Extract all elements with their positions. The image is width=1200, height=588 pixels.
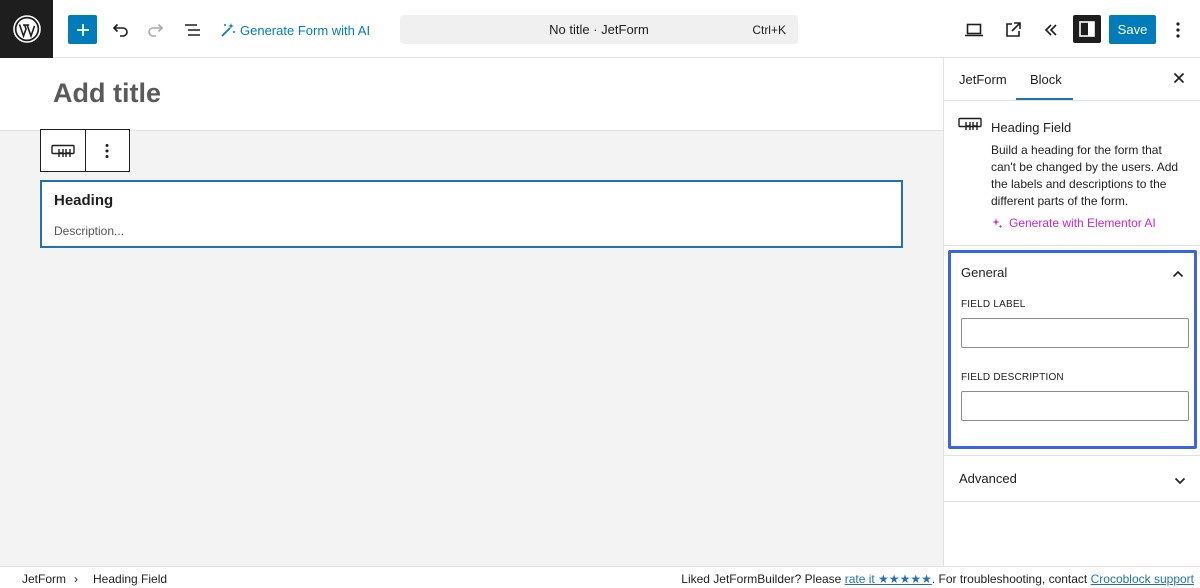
- laptop-icon: [965, 23, 983, 37]
- tab-jetform[interactable]: JetForm: [959, 72, 1007, 87]
- preview-device-button[interactable]: [963, 19, 985, 41]
- command-shortcut: Ctrl+K: [752, 23, 786, 37]
- close-icon: [1173, 72, 1185, 84]
- breadcrumb-separator-icon: ›: [74, 572, 78, 586]
- add-block-button[interactable]: [68, 15, 97, 44]
- field-label-caption: FIELD LABEL: [961, 299, 1026, 310]
- redo-icon: [148, 23, 164, 37]
- vertical-ellipsis-icon: [1176, 22, 1180, 38]
- view-form-button[interactable]: [1002, 19, 1024, 41]
- document-title: No title · JetForm: [549, 22, 649, 37]
- description-text[interactable]: Description...: [54, 224, 124, 238]
- footer-feedback: Liked JetFormBuilder? Please rate it ★★★…: [681, 572, 1194, 586]
- tab-block[interactable]: Block: [1030, 72, 1062, 87]
- command-palette-bar[interactable]: No title · JetForm Ctrl+K: [400, 15, 798, 44]
- generate-elementor-ai-label: Generate with Elementor AI: [1009, 216, 1156, 230]
- heading-field-icon: [51, 144, 75, 157]
- support-link[interactable]: Crocoblock support: [1091, 572, 1194, 586]
- chevron-down-icon[interactable]: [1174, 472, 1186, 490]
- options-menu-button[interactable]: [1168, 19, 1188, 41]
- block-description: Build a heading for the form that can't …: [991, 143, 1179, 208]
- advanced-panel[interactable]: Advanced: [944, 456, 1200, 502]
- vertical-ellipsis-icon: [105, 143, 109, 158]
- block-editor: Generate Form with AI No title · JetForm…: [0, 0, 1200, 588]
- plus-icon: [76, 23, 89, 36]
- block-options-button[interactable]: [84, 130, 129, 171]
- collapse-panels-button[interactable]: [1040, 19, 1062, 41]
- double-chevron-left-icon: [1044, 24, 1057, 36]
- heading-text[interactable]: Heading: [54, 192, 113, 209]
- advanced-panel-toggle[interactable]: Advanced: [959, 471, 1017, 486]
- field-description-caption: FIELD DESCRIPTION: [961, 372, 1064, 383]
- external-link-icon: [1006, 22, 1021, 37]
- block-toolbar: [40, 129, 130, 172]
- document-overview-button[interactable]: [182, 20, 204, 40]
- wordpress-logo-icon[interactable]: [0, 0, 53, 58]
- heading-field-icon: [958, 117, 982, 136]
- block-card: Heading Field Build a heading for the fo…: [944, 101, 1200, 246]
- breadcrumb-heading-field: Heading Field: [93, 572, 168, 586]
- block-type-button[interactable]: [41, 130, 85, 171]
- sidebar-tabs: JetForm Block: [944, 58, 1200, 101]
- redo-button[interactable]: [146, 20, 166, 40]
- generate-form-ai-button[interactable]: Generate Form with AI: [220, 17, 370, 43]
- field-description-input[interactable]: [961, 391, 1189, 421]
- breadcrumb-jetform[interactable]: JetForm: [22, 572, 66, 586]
- settings-sidebar: JetForm Block Heading Field Build a head…: [943, 58, 1200, 566]
- heading-field-block[interactable]: Heading Description...: [40, 180, 903, 248]
- undo-icon: [112, 23, 128, 37]
- undo-button[interactable]: [110, 20, 130, 40]
- editor-footer: JetForm › Heading Field Liked JetFormBui…: [0, 566, 1200, 588]
- post-title-input[interactable]: Add title: [53, 78, 161, 109]
- chevron-up-icon[interactable]: [1172, 265, 1184, 283]
- post-title-area: Add title: [0, 58, 943, 131]
- footer-trouble-text: . For troubleshooting, contact: [931, 572, 1091, 586]
- sidebar-icon: [1079, 21, 1095, 37]
- magic-wand-icon: [221, 23, 235, 37]
- top-toolbar: Generate Form with AI No title · JetForm…: [0, 0, 1200, 58]
- rate-link[interactable]: rate it ★★★★★: [845, 572, 932, 586]
- general-panel: General FIELD LABEL FIELD DESCRIPTION: [948, 250, 1197, 449]
- field-label-input[interactable]: [961, 318, 1189, 348]
- block-name: Heading Field: [991, 120, 1072, 135]
- general-panel-toggle[interactable]: General: [961, 265, 1007, 280]
- active-tab-indicator: [1016, 98, 1073, 100]
- close-sidebar-button[interactable]: [1170, 69, 1188, 87]
- sparkle-icon: [992, 218, 1003, 229]
- editor-canvas: Add title Heading Description...: [0, 58, 943, 566]
- footer-liked-text: Liked JetFormBuilder? Please: [681, 572, 845, 586]
- settings-sidebar-toggle[interactable]: [1073, 15, 1101, 43]
- save-button[interactable]: Save: [1109, 15, 1156, 44]
- generate-elementor-ai-link[interactable]: Generate with Elementor AI: [991, 216, 1156, 230]
- generate-form-ai-label: Generate Form with AI: [240, 22, 371, 38]
- list-view-icon: [185, 24, 200, 36]
